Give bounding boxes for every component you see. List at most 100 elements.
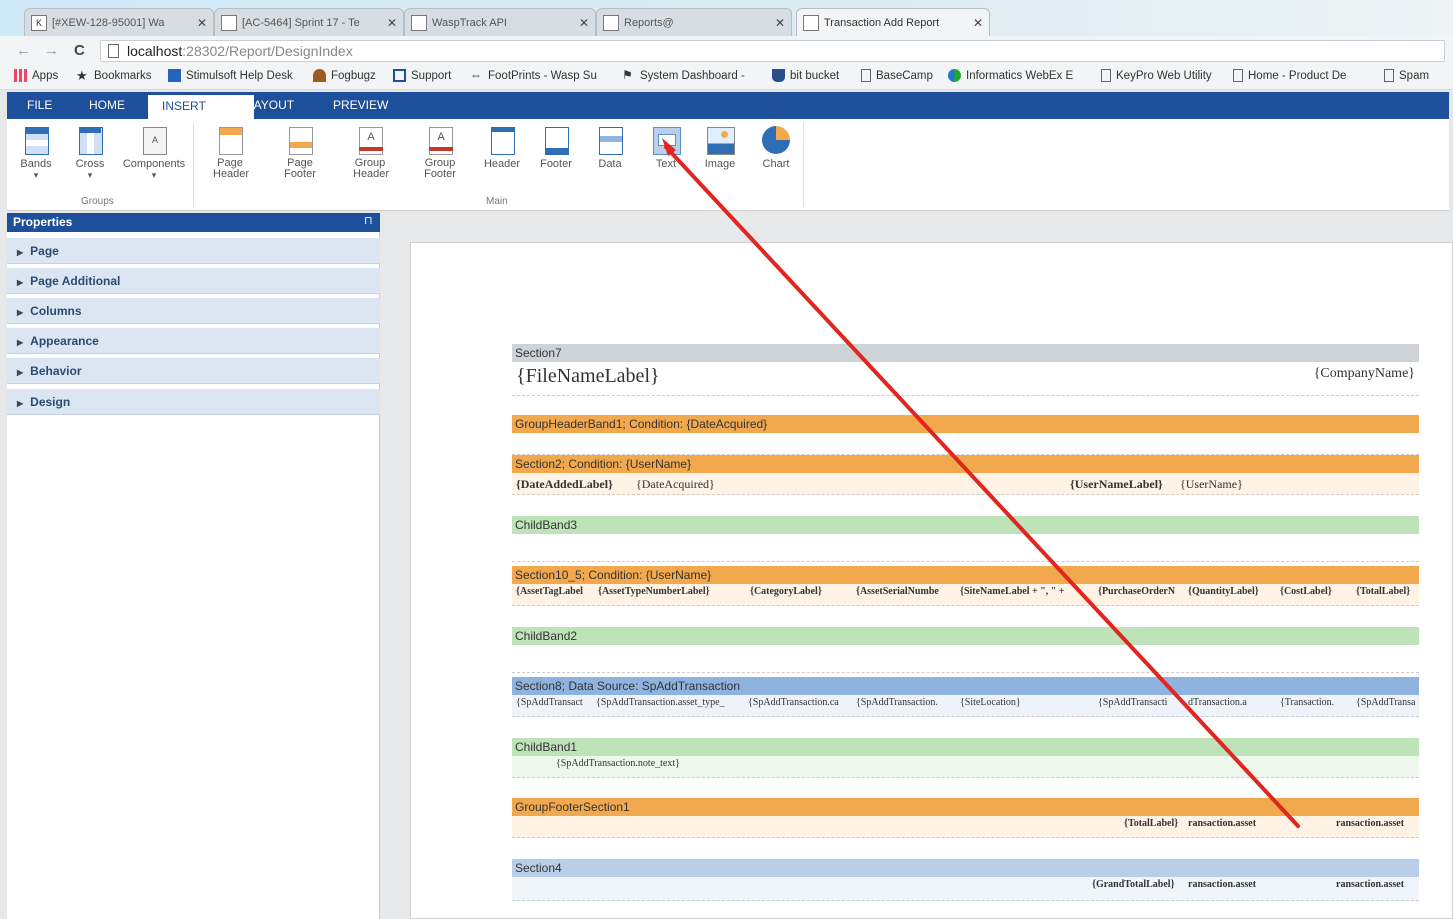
total-value-cell[interactable]: ransaction.asset [1188, 818, 1270, 829]
band-section7[interactable]: Section7 [512, 344, 1419, 362]
components-button[interactable]: A Components ▾ [119, 125, 189, 181]
menu-layout[interactable]: LAYOUT [233, 92, 308, 119]
prop-section-page[interactable]: ▶ Page [7, 238, 380, 264]
bookmark-stimulsoft[interactable]: Stimulsoft Help Desk [168, 69, 293, 82]
total-label[interactable]: {TotalLabel} [1124, 818, 1178, 829]
menu-preview[interactable]: PREVIEW [319, 92, 402, 119]
menu-file[interactable]: FILE [13, 92, 66, 119]
header-cell[interactable]: {SiteNameLabel + ", " + [960, 586, 1092, 597]
data-cell[interactable]: {SpAddTransaction.asset_type_ [596, 697, 744, 708]
band-section4[interactable]: Section4 [512, 859, 1419, 877]
prop-section-columns[interactable]: ▶ Columns [7, 298, 380, 324]
bookmark-apps[interactable]: Apps [14, 69, 58, 82]
bookmark-bitbucket[interactable]: bit bucket [772, 69, 839, 82]
browser-tab-2[interactable]: [AC-5464] Sprint 17 - Te ✕ [214, 8, 404, 36]
browser-tab-1[interactable]: K [#XEW-128-95001] Wa ✕ [24, 8, 214, 36]
bookmark-system-dashboard[interactable]: ⚑ System Dashboard - [622, 69, 745, 82]
bookmark-spam[interactable]: Spam [1384, 69, 1429, 82]
band-group-header[interactable]: GroupHeaderBand1; Condition: {DateAcquir… [512, 415, 1419, 433]
grand-total-value-cell[interactable]: ransaction.asset [1188, 879, 1270, 890]
company-name[interactable]: {CompanyName} [1314, 366, 1415, 382]
forward-arrow-icon[interactable]: → [44, 42, 59, 59]
group-footer-button[interactable]: A Group Footer [417, 125, 463, 180]
close-icon[interactable]: ✕ [579, 16, 589, 30]
data-cell[interactable]: {SiteLocation} [960, 697, 1021, 708]
total-value-cell[interactable]: ransaction.asset [1336, 818, 1416, 829]
prop-section-appearance[interactable]: ▶ Appearance [7, 328, 380, 354]
data-cell[interactable]: {SpAddTransact [1356, 697, 1416, 708]
prop-section-design[interactable]: ▶ Design [7, 389, 380, 415]
bookmark-support[interactable]: Support [393, 69, 451, 82]
close-icon[interactable]: ✕ [775, 16, 785, 30]
band-section8[interactable]: Section8; Data Source: SpAddTransaction [512, 677, 1419, 695]
close-icon[interactable]: ✕ [387, 16, 397, 30]
band-section7-body[interactable]: {FileNameLabel} {CompanyName} [512, 362, 1419, 396]
note-text-cell[interactable]: {SpAddTransaction.note_text} [556, 758, 680, 769]
footer-button[interactable]: Footer [533, 125, 579, 170]
bookmark-home-product[interactable]: Home - Product De [1233, 69, 1346, 82]
chart-button[interactable]: Chart [753, 125, 799, 170]
band-section2[interactable]: Section2; Condition: {UserName} [512, 455, 1419, 473]
band-section4-body[interactable]: {GrandTotalLabel} ransaction.asset ransa… [512, 877, 1419, 901]
menu-home[interactable]: HOME [75, 92, 139, 119]
page-footer-button[interactable]: Page Footer [277, 125, 323, 180]
band-section8-body[interactable]: {SpAddTransact {SpAddTransaction.asset_t… [512, 695, 1419, 717]
band-section10[interactable]: Section10_5; Condition: {UserName} [512, 566, 1419, 584]
bookmark-footprints[interactable]: ⇔ FootPrints - Wasp Su [470, 69, 597, 82]
band-section2-body[interactable]: {DateAddedLabel} {DateAcquired} {UserNam… [512, 473, 1419, 495]
band-section10-body[interactable]: {AssetTagLabel {AssetTypeNumberLabel} {C… [512, 584, 1419, 606]
band-group-footer-body[interactable]: {TotalLabel} ransaction.asset ransaction… [512, 816, 1419, 838]
band-childband3[interactable]: ChildBand3 [512, 516, 1419, 534]
data-cell[interactable]: {SpAddTransaction.ca [748, 697, 852, 708]
header-cell[interactable]: {TotalLabel} [1356, 586, 1410, 597]
cross-button[interactable]: Cross ▾ [65, 125, 115, 181]
band-group-footer[interactable]: GroupFooterSection1 [512, 798, 1419, 816]
bookmark-fogbugz[interactable]: Fogbugz [313, 69, 376, 82]
header-cell[interactable]: {PurchaseOrderN [1098, 586, 1186, 597]
header-cell[interactable]: {CostLabel} [1280, 586, 1332, 597]
browser-tab-5[interactable]: Transaction Add Report ✕ [796, 8, 990, 36]
data-cell[interactable]: {SpAddTransact [516, 697, 592, 708]
header-cell[interactable]: {AssetSerialNumbe [856, 586, 956, 597]
bookmark-basecamp[interactable]: BaseCamp [861, 69, 933, 82]
data-cell[interactable]: {SpAddTransacti [1098, 697, 1178, 708]
band-childband1-body[interactable]: {SpAddTransaction.note_text} [512, 756, 1419, 778]
pin-icon[interactable]: ⊓ [364, 214, 376, 230]
header-button[interactable]: Header [479, 125, 525, 170]
close-icon[interactable]: ✕ [197, 16, 207, 30]
band-group-header-body[interactable] [512, 433, 1419, 455]
band-childband2-body[interactable] [512, 645, 1419, 673]
file-name-label[interactable]: {FileNameLabel} [516, 365, 660, 388]
user-name[interactable]: {UserName} [1180, 477, 1243, 492]
grand-total-label[interactable]: {GrandTotalLabel} [1092, 879, 1175, 890]
back-arrow-icon[interactable]: ← [16, 42, 31, 59]
band-childband3-body[interactable] [512, 534, 1419, 562]
prop-section-behavior[interactable]: ▶ Behavior [7, 358, 380, 384]
band-childband1[interactable]: ChildBand1 [512, 738, 1419, 756]
bookmark-keypro[interactable]: KeyPro Web Utility [1101, 69, 1212, 82]
image-button[interactable]: Image [697, 125, 743, 170]
header-cell[interactable]: {QuantityLabel} [1188, 586, 1259, 597]
bookmark-informatics[interactable]: Informatics WebEx E [948, 69, 1073, 82]
page-header-button[interactable]: Page Header [207, 125, 253, 180]
data-cell[interactable]: dTransaction.a [1188, 697, 1278, 708]
header-cell[interactable]: {CategoryLabel} [750, 586, 822, 597]
close-icon[interactable]: ✕ [973, 16, 983, 30]
date-added-label[interactable]: {DateAddedLabel} [516, 477, 613, 492]
bookmark-bookmarks[interactable]: ★ Bookmarks [76, 69, 152, 82]
header-cell[interactable]: {AssetTagLabel [516, 586, 583, 597]
browser-tab-3[interactable]: WaspTrack API ✕ [404, 8, 596, 36]
data-button[interactable]: Data [587, 125, 633, 170]
bands-button[interactable]: Bands ▾ [11, 125, 61, 181]
user-name-label[interactable]: {UserNameLabel} [1070, 477, 1163, 492]
date-acquired[interactable]: {DateAcquired} [636, 477, 715, 492]
band-childband2[interactable]: ChildBand2 [512, 627, 1419, 645]
reload-icon[interactable]: C [74, 42, 85, 59]
data-cell[interactable]: {Transaction. [1280, 697, 1354, 708]
text-button[interactable]: Text [643, 125, 689, 170]
data-cell[interactable]: {SpAddTransaction. [856, 697, 956, 708]
group-header-button[interactable]: A Group Header [347, 125, 393, 180]
grand-total-value-cell[interactable]: ransaction.asset [1336, 879, 1416, 890]
browser-tab-4[interactable]: Reports@ ✕ [596, 8, 792, 36]
address-bar[interactable]: localhost:28302/Report/DesignIndex [100, 40, 1445, 62]
